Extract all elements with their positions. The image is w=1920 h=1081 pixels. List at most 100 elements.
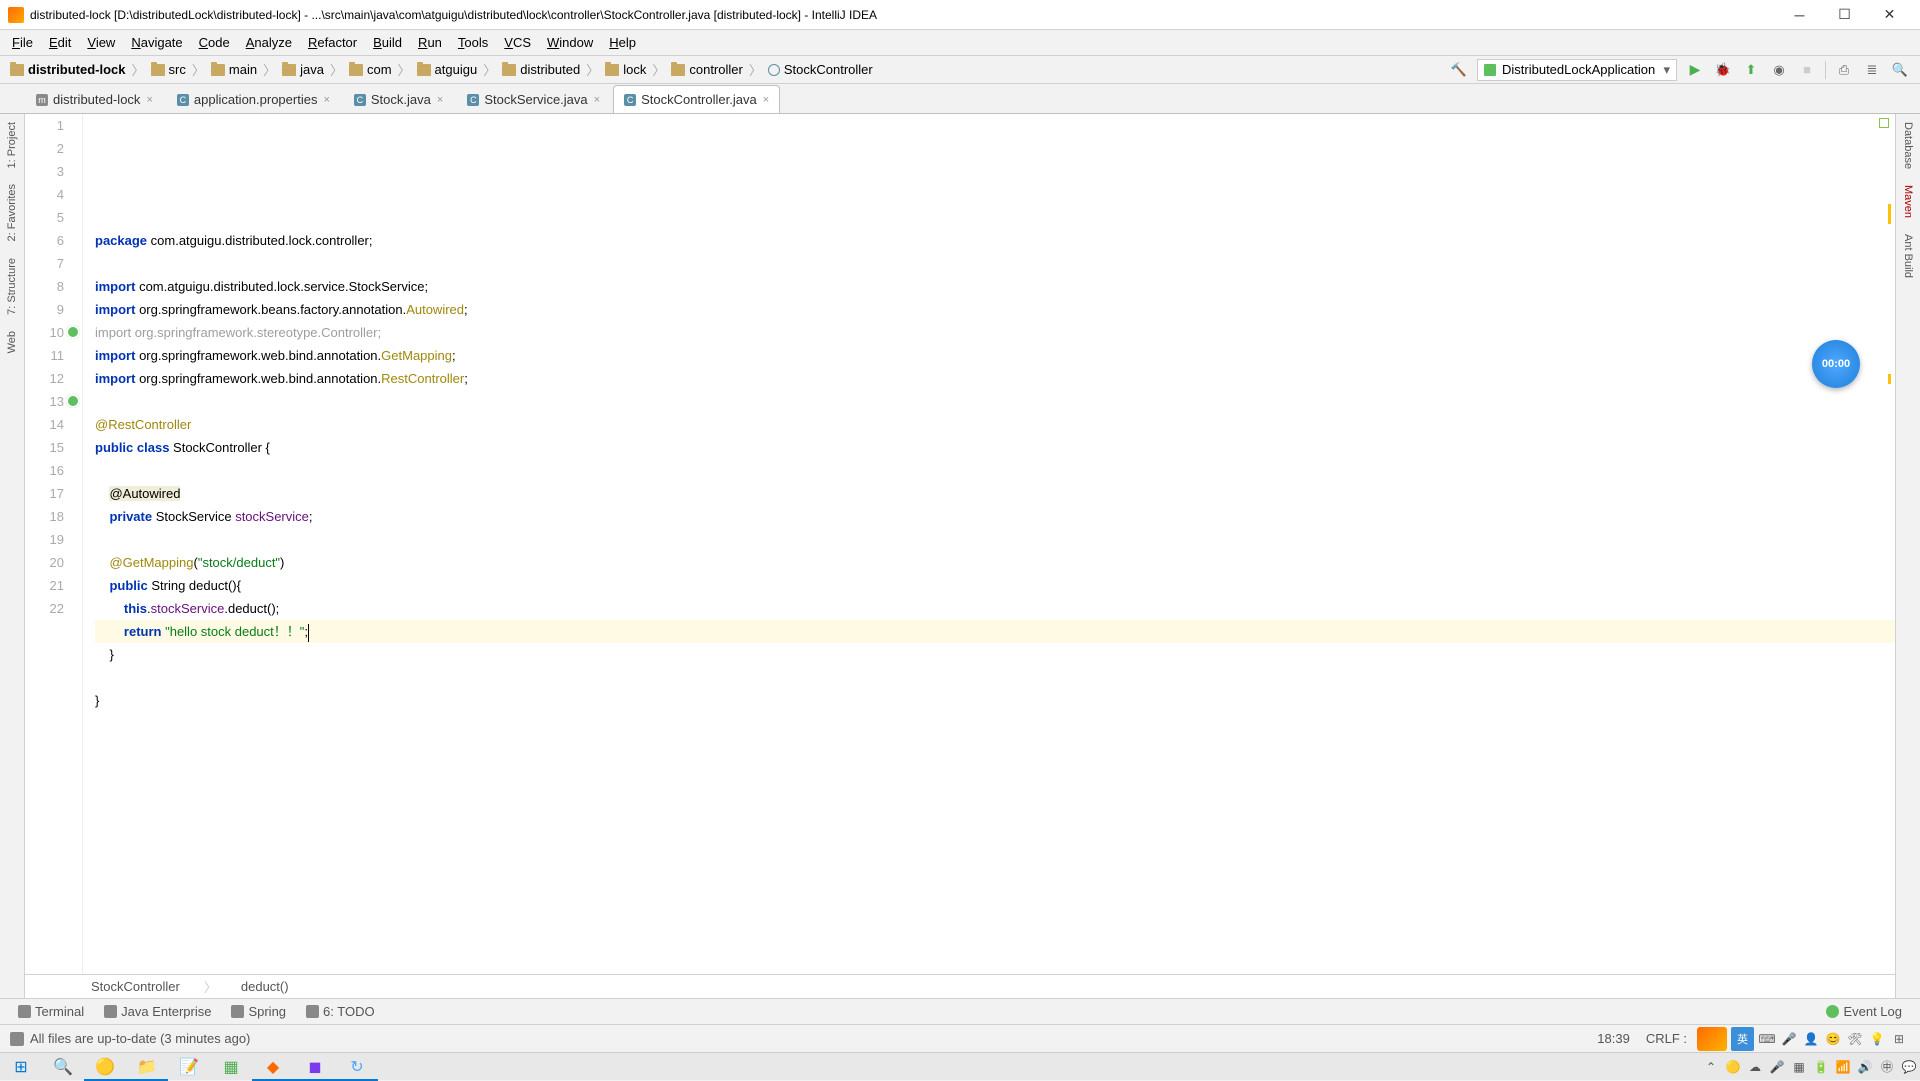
- code-line[interactable]: import com.atguigu.distributed.lock.serv…: [95, 275, 1895, 298]
- left-tool-web[interactable]: Web: [6, 323, 18, 361]
- code-line[interactable]: [95, 528, 1895, 551]
- code-line[interactable]: public class StockController {: [95, 436, 1895, 459]
- line-number[interactable]: 4: [25, 183, 64, 206]
- menu-file[interactable]: File: [4, 31, 41, 54]
- line-number[interactable]: 6: [25, 229, 64, 252]
- line-number[interactable]: 15: [25, 436, 64, 459]
- code-line[interactable]: return "hello stock deduct！！";: [95, 620, 1895, 643]
- breadcrumb-main[interactable]: main: [207, 62, 261, 77]
- code-line[interactable]: import org.springframework.stereotype.Co…: [95, 321, 1895, 344]
- code-line[interactable]: @Autowired: [95, 482, 1895, 505]
- breadcrumb-src[interactable]: src: [147, 62, 190, 77]
- code-line[interactable]: @RestController: [95, 413, 1895, 436]
- breadcrumb-distributed-lock[interactable]: distributed-lock: [6, 62, 130, 77]
- intellij-taskbar-icon[interactable]: ◼: [294, 1053, 336, 1081]
- code-line[interactable]: import org.springframework.web.bind.anno…: [95, 367, 1895, 390]
- code-line[interactable]: import org.springframework.web.bind.anno…: [95, 344, 1895, 367]
- ime-icon-1[interactable]: ⌨: [1759, 1031, 1775, 1047]
- code-line[interactable]: [95, 712, 1895, 735]
- tray-volume-icon[interactable]: 🔊: [1854, 1053, 1876, 1081]
- line-number[interactable]: 21: [25, 574, 64, 597]
- tray-chevron-icon[interactable]: ⌃: [1700, 1053, 1722, 1081]
- build-button[interactable]: 🔨: [1447, 59, 1471, 81]
- ime-icon-7[interactable]: ⊞: [1891, 1031, 1907, 1047]
- chrome-taskbar-icon[interactable]: 🟡: [84, 1053, 126, 1081]
- code-line[interactable]: public String deduct(){: [95, 574, 1895, 597]
- tray-wifi-icon[interactable]: 📶: [1832, 1053, 1854, 1081]
- breadcrumb-StockController[interactable]: StockController: [764, 62, 877, 77]
- breadcrumb-lock[interactable]: lock: [601, 62, 650, 77]
- maximize-button[interactable]: ☐: [1822, 1, 1867, 29]
- warning-stripe-icon[interactable]: [1888, 204, 1891, 224]
- menu-window[interactable]: Window: [539, 31, 601, 54]
- bottom-tab-6--todo[interactable]: 6: TODO: [296, 1000, 385, 1023]
- line-number[interactable]: 8: [25, 275, 64, 298]
- line-number[interactable]: 5: [25, 206, 64, 229]
- profile-button[interactable]: ◉: [1767, 59, 1791, 81]
- breadcrumb-atguigu[interactable]: atguigu: [413, 62, 482, 77]
- stop-button[interactable]: ■: [1795, 59, 1819, 81]
- menu-run[interactable]: Run: [410, 31, 450, 54]
- warning-stripe-icon[interactable]: [1888, 374, 1891, 384]
- breadcrumb-java[interactable]: java: [278, 62, 328, 77]
- ime-sogou-icon[interactable]: [1697, 1027, 1727, 1051]
- app-taskbar-icon[interactable]: ▦: [210, 1053, 252, 1081]
- close-tab-icon[interactable]: ×: [763, 94, 769, 106]
- menu-tools[interactable]: Tools: [450, 31, 496, 54]
- menu-refactor[interactable]: Refactor: [300, 31, 365, 54]
- close-tab-icon[interactable]: ×: [323, 94, 329, 106]
- breadcrumb-distributed[interactable]: distributed: [498, 62, 584, 77]
- vcs-button[interactable]: ⎙: [1832, 59, 1856, 81]
- close-button[interactable]: ✕: [1867, 1, 1912, 29]
- breadcrumb-controller[interactable]: controller: [667, 62, 746, 77]
- menu-analyze[interactable]: Analyze: [238, 31, 300, 54]
- explorer-taskbar-icon[interactable]: 📁: [126, 1053, 168, 1081]
- tab-distributed-lock[interactable]: mdistributed-lock×: [25, 85, 164, 113]
- bottom-tab-java-enterprise[interactable]: Java Enterprise: [94, 1000, 221, 1023]
- menu-vcs[interactable]: VCS: [496, 31, 539, 54]
- close-tab-icon[interactable]: ×: [594, 94, 600, 106]
- code-line[interactable]: [95, 390, 1895, 413]
- line-number[interactable]: 9: [25, 298, 64, 321]
- tab-Stock-java[interactable]: CStock.java×: [343, 85, 454, 113]
- search-button[interactable]: 🔍: [1888, 59, 1912, 81]
- line-number[interactable]: 12: [25, 367, 64, 390]
- run-config-select[interactable]: DistributedLockApplication ▾: [1477, 59, 1677, 81]
- spring-gutter-icon[interactable]: [66, 394, 80, 408]
- close-tab-icon[interactable]: ×: [146, 94, 152, 106]
- left-tool-1--project[interactable]: 1: Project: [6, 114, 18, 176]
- tray-mic-icon[interactable]: 🎤: [1766, 1053, 1788, 1081]
- menu-help[interactable]: Help: [601, 31, 644, 54]
- tray-icon-2[interactable]: ☁: [1744, 1053, 1766, 1081]
- line-number[interactable]: 18: [25, 505, 64, 528]
- editor[interactable]: 12345678910111213141516171819202122 pack…: [25, 114, 1895, 974]
- ime-icon-5[interactable]: 🛠: [1847, 1031, 1863, 1047]
- code-area[interactable]: package com.atguigu.distributed.lock.con…: [83, 114, 1895, 974]
- tray-icon-1[interactable]: 🟡: [1722, 1053, 1744, 1081]
- gutter[interactable]: 12345678910111213141516171819202122: [25, 114, 83, 974]
- line-number[interactable]: 11: [25, 344, 64, 367]
- coverage-button[interactable]: ⬆: [1739, 59, 1763, 81]
- app2-taskbar-icon[interactable]: ◆: [252, 1053, 294, 1081]
- code-line[interactable]: [95, 252, 1895, 275]
- line-number[interactable]: 1: [25, 114, 64, 137]
- line-number[interactable]: 16: [25, 459, 64, 482]
- left-tool-7--structure[interactable]: 7: Structure: [6, 250, 18, 323]
- right-tool-database[interactable]: Database: [1902, 114, 1914, 177]
- line-number[interactable]: 2: [25, 137, 64, 160]
- bottom-tab-terminal[interactable]: Terminal: [8, 1000, 94, 1023]
- menu-code[interactable]: Code: [191, 31, 238, 54]
- spring-gutter-icon[interactable]: [66, 325, 80, 339]
- menu-view[interactable]: View: [79, 31, 123, 54]
- line-number[interactable]: 14: [25, 413, 64, 436]
- code-line[interactable]: import org.springframework.beans.factory…: [95, 298, 1895, 321]
- notepad-taskbar-icon[interactable]: 📝: [168, 1053, 210, 1081]
- menu-build[interactable]: Build: [365, 31, 410, 54]
- run-button[interactable]: ▶: [1683, 59, 1707, 81]
- minimize-button[interactable]: ─: [1777, 1, 1822, 29]
- ime-icon-2[interactable]: 🎤: [1781, 1031, 1797, 1047]
- right-tool-maven[interactable]: Maven: [1902, 177, 1914, 226]
- code-line[interactable]: package com.atguigu.distributed.lock.con…: [95, 229, 1895, 252]
- editor-crumb[interactable]: StockController: [85, 977, 186, 996]
- line-number[interactable]: 20: [25, 551, 64, 574]
